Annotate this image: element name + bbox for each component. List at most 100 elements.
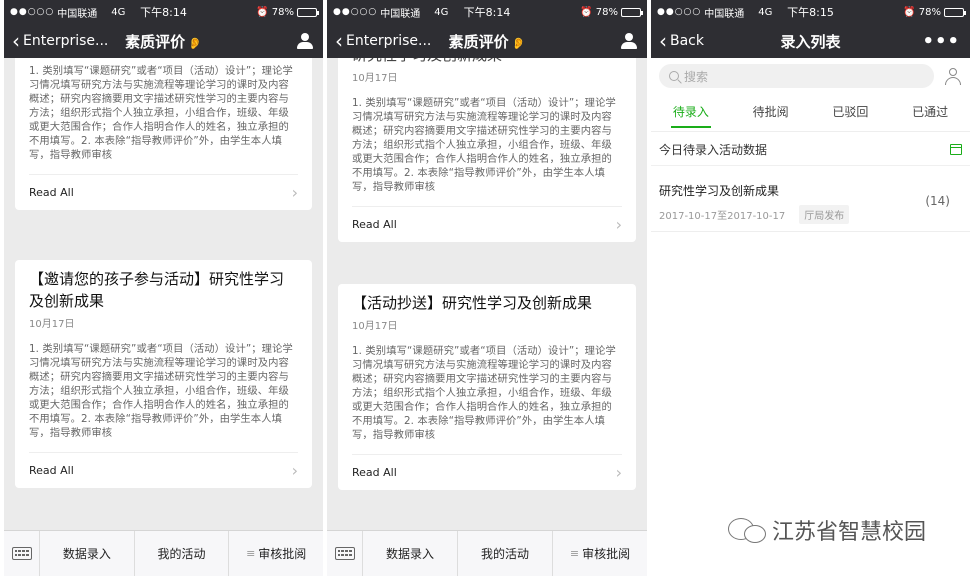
activity-card: 【邀请您的孩子参与活动】研究性学习及创新成果 10月17日 1. 类别填写“课题… [15,260,312,488]
card-title[interactable]: 【邀请您的孩子参与活动】研究性学习及创新成果 [29,260,298,312]
ear-icon: 👂 [188,36,202,50]
card-date: 10月17日 [29,319,75,330]
network-label: 4G [758,6,773,18]
feed[interactable]: 1. 类别填写“课题研究”或者“项目（活动）设计”；理论学习情况填写研究方法与实… [4,58,323,530]
tab-rejected[interactable]: 已驳回 [811,96,891,131]
carrier-label: 中国联通 [57,8,98,20]
person-outline-icon[interactable] [944,67,962,85]
item-count: (14) [925,194,950,208]
watermark: 江苏省智慧校园 [728,514,926,546]
tab-pending-entry[interactable]: 待录入 [651,96,731,131]
status-bar: ●●○○○ 中国联通 4G 下午8:15 ⏰ 78% [651,0,970,24]
signal-icon: ●●○○○ [10,7,55,17]
menu-icon: ≡ [569,547,580,560]
read-all-label: Read All [29,464,74,477]
tab-pending-review[interactable]: 待批阅 [731,96,811,131]
keyboard-icon [334,547,355,560]
keyboard-icon [11,547,32,560]
status-bar: ●●○○○ 中国联通 4G 下午8:14 ⏰ 78% [327,0,647,24]
keyboard-toggle[interactable] [4,531,40,576]
battery-icon [297,7,319,17]
list-item[interactable]: 研究性学习及创新成果 2017-10-17至2017-10-17 厅局发布 (1… [651,172,970,232]
screen-1: ●●○○○ 中国联通 4G 下午8:14 ⏰ 78% ‹ Enterprise.… [4,0,323,576]
search-row: 搜索 [651,58,970,94]
tab-review-label: 审核批阅 [582,547,631,561]
nav-bar: ‹ Back 录入列表 ••• [651,24,970,58]
search-icon [669,71,679,81]
screen-3: ●●○○○ 中国联通 4G 下午8:15 ⏰ 78% ‹ Back 录入列表 •… [651,0,970,576]
card-description: 1. 类别填写“课题研究”或者“项目（活动）设计”；理论学习情况填写研究方法与实… [352,345,616,441]
back-label: Enterprise... [346,33,432,49]
more-icon[interactable]: ••• [922,31,970,52]
status-bar: ●●○○○ 中国联通 4G 下午8:14 ⏰ 78% [4,0,323,24]
chevron-right-icon: › [291,461,298,480]
card-date: 10月17日 [352,73,398,84]
screen-2: ●●○○○ 中国联通 4G 下午8:14 ⏰ 78% ‹ Enterprise.… [327,0,647,576]
user-icon [621,33,637,49]
card-description: 1. 类别填写“课题研究”或者“项目（活动）设计”；理论学习情况填写研究方法与实… [29,65,293,161]
today-label: 今日待录入活动数据 [659,143,768,157]
card-title-fragment[interactable]: 研究性学习及创新成果 [352,58,622,66]
battery-percent: 78% [595,6,618,18]
read-all-label: Read All [29,186,74,199]
battery-icon [944,7,966,17]
search-input[interactable]: 搜索 [659,64,934,88]
tab-data-entry[interactable]: 数据录入 [40,531,135,576]
search-placeholder: 搜索 [684,69,709,84]
alarm-icon: ⏰ [580,6,593,18]
menu-icon: ≡ [246,547,256,560]
back-button[interactable]: ‹ Enterprise... [327,31,431,51]
watermark-text: 江苏省智慧校园 [772,520,927,545]
nav-bar: ‹ Enterprise... 素质评价 👂 [4,24,323,58]
battery-percent: 78% [918,6,941,18]
back-chevron-icon: ‹ [335,29,343,53]
read-all-label: Read All [352,466,397,479]
ear-icon: 👂 [511,36,526,50]
battery-icon [621,7,643,17]
activity-card: 1. 类别填写“课题研究”或者“项目（活动）设计”；理论学习情况填写研究方法与实… [15,58,312,210]
today-section-header: 今日待录入活动数据 [651,134,970,166]
read-all-link[interactable]: Read All › [352,454,622,490]
chevron-right-icon: › [615,215,622,234]
status-badge: 厅局发布 [799,205,850,224]
bottom-tab-bar: 数据录入 我的活动 ≡ 审核批阅 [4,530,323,576]
feed[interactable]: 研究性学习及创新成果 10月17日 1. 类别填写“课题研究”或者“项目（活动）… [327,58,647,530]
status-tabs: 待录入 待批阅 已驳回 已通过 [651,96,970,132]
item-title: 研究性学习及创新成果 [659,184,780,198]
network-label: 4G [434,6,449,18]
profile-button[interactable] [297,33,323,49]
bottom-tab-bar: 数据录入 我的活动 ≡ 审核批阅 [327,530,647,576]
back-button[interactable]: ‹ Enterprise... [4,31,108,51]
tab-my-activities[interactable]: 我的活动 [458,531,553,576]
battery-percent: 78% [271,6,294,18]
page-title-text: 素质评价 [448,32,509,51]
back-button[interactable]: ‹ Back [651,31,704,51]
tab-review[interactable]: ≡ 审核批阅 [229,531,323,576]
wechat-logo-icon [728,516,768,544]
read-all-link[interactable]: Read All › [352,206,622,242]
signal-icon: ●●○○○ [657,7,702,17]
read-all-link[interactable]: Read All › [29,174,298,210]
read-all-link[interactable]: Read All › [29,452,298,488]
keyboard-toggle[interactable] [327,531,363,576]
tab-my-activities[interactable]: 我的活动 [135,531,230,576]
card-title[interactable]: 【活动抄送】研究性学习及创新成果 [352,284,622,314]
card-date: 10月17日 [352,321,398,332]
item-date-range: 2017-10-17至2017-10-17 [659,211,786,222]
tab-approved[interactable]: 已通过 [890,96,970,131]
signal-icon: ●●○○○ [333,7,378,17]
back-label: Enterprise... [23,33,109,49]
tab-data-entry[interactable]: 数据录入 [363,531,458,576]
back-chevron-icon: ‹ [659,29,667,53]
tab-review[interactable]: ≡ 审核批阅 [553,531,647,576]
activity-card: 研究性学习及创新成果 10月17日 1. 类别填写“课题研究”或者“项目（活动）… [338,58,636,242]
carrier-label: 中国联通 [380,8,421,20]
alarm-icon: ⏰ [256,6,269,18]
card-description: 1. 类别填写“课题研究”或者“项目（活动）设计”；理论学习情况填写研究方法与实… [29,343,293,439]
profile-button[interactable] [621,33,647,49]
activity-card: 【活动抄送】研究性学习及创新成果 10月17日 1. 类别填写“课题研究”或者“… [338,284,636,490]
calendar-icon[interactable] [950,144,962,155]
chevron-right-icon: › [615,463,622,482]
alarm-icon: ⏰ [903,6,916,18]
chevron-right-icon: › [291,183,298,202]
